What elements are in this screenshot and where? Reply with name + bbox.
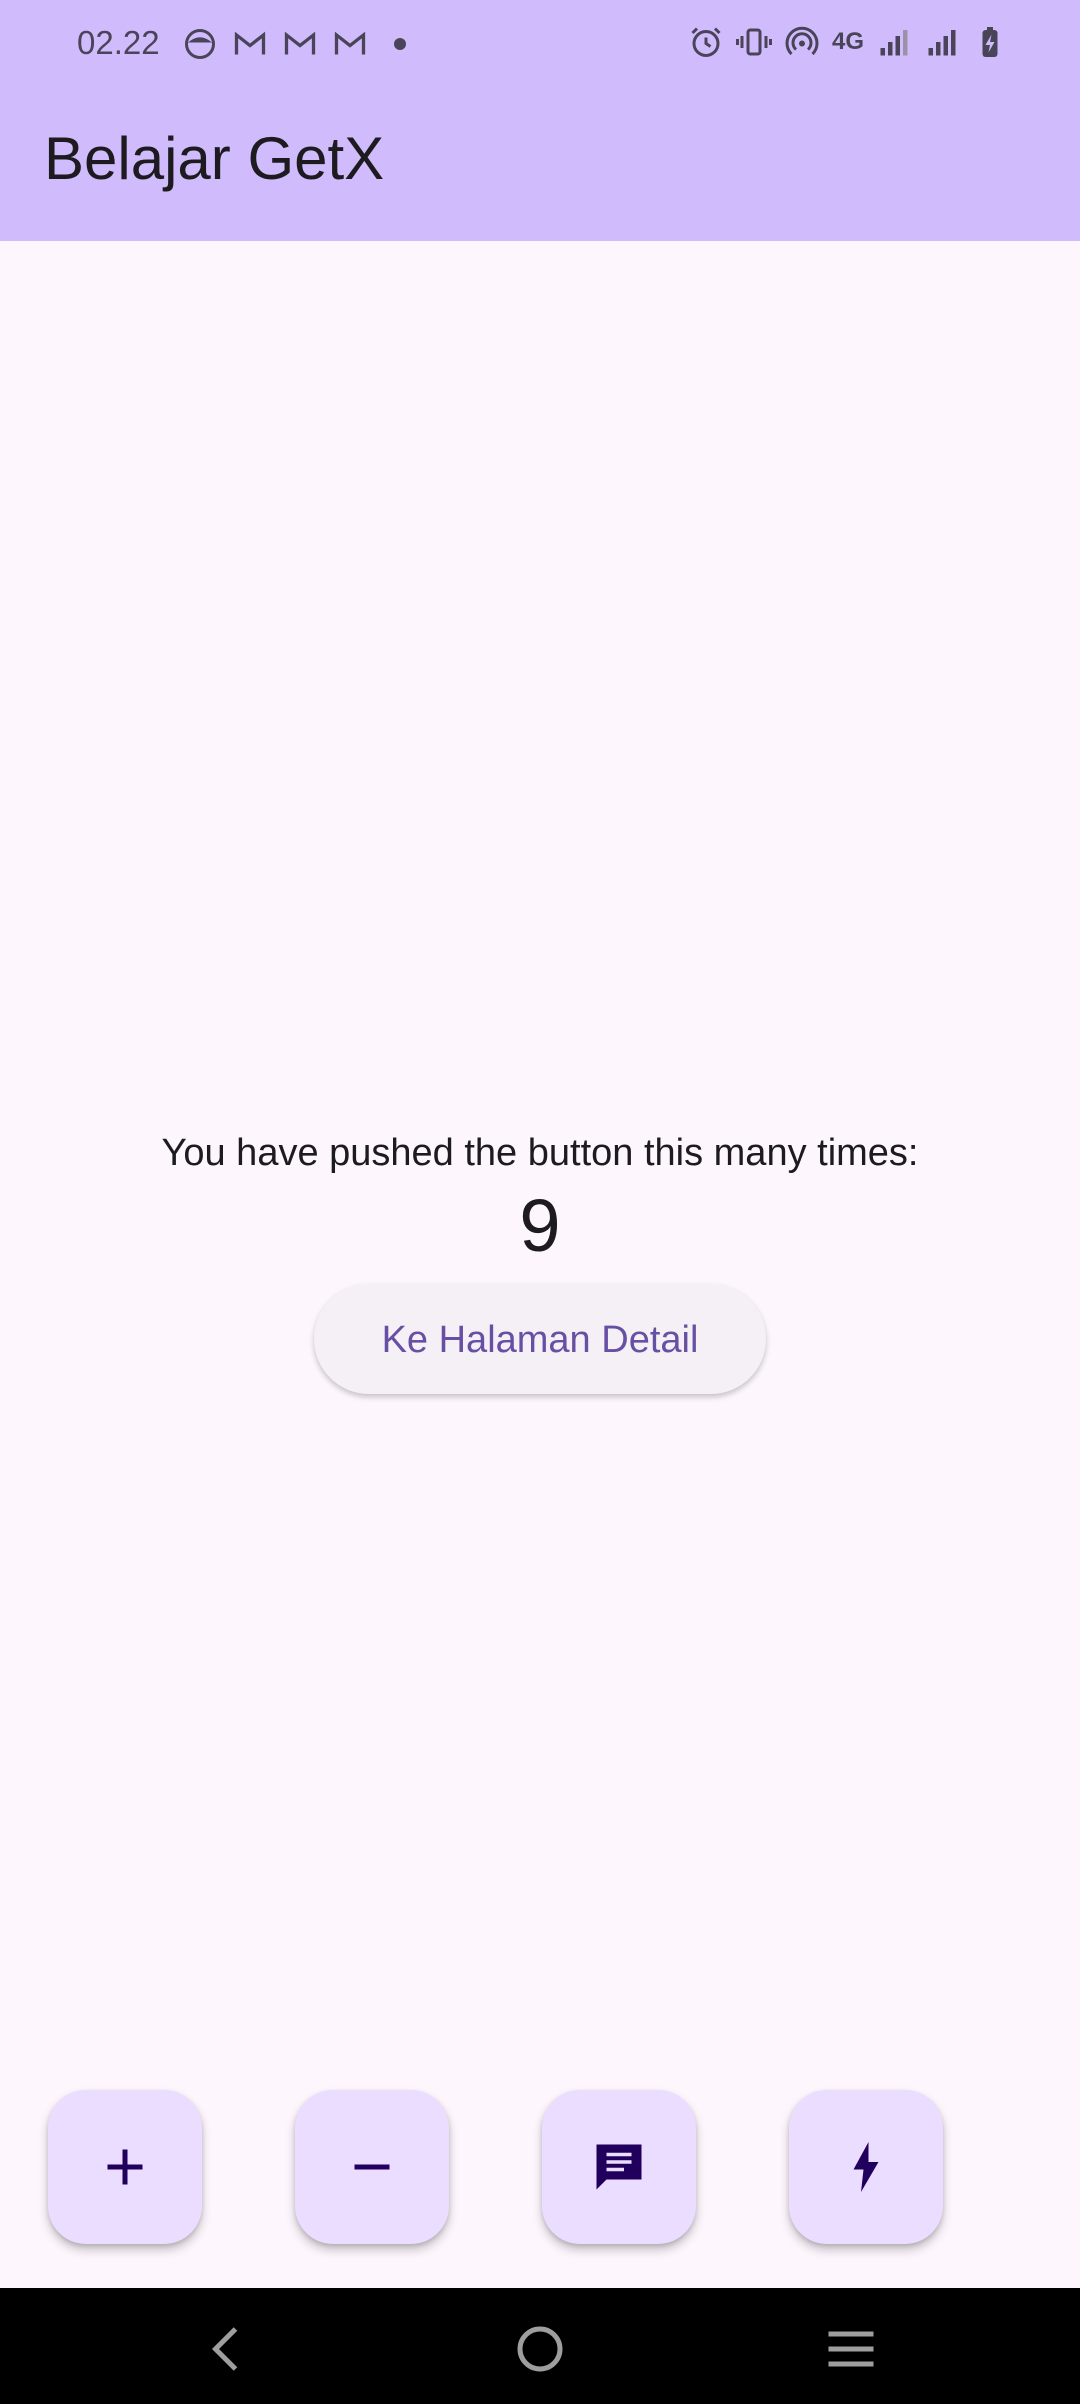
gmail-icon (234, 31, 266, 55)
signal-icon (880, 30, 908, 56)
system-nav-bar (0, 2288, 1080, 2404)
recents-button[interactable] (816, 2314, 886, 2384)
message-icon (596, 2144, 642, 2190)
counter-value: 9 (519, 1184, 561, 1267)
back-button[interactable] (193, 2314, 263, 2384)
plus-icon (107, 2149, 143, 2185)
gmail-icon (284, 31, 316, 55)
gmail-icon (334, 31, 366, 55)
recents-icon (828, 2331, 874, 2367)
vibrate-icon (735, 28, 772, 56)
dot-icon (394, 38, 406, 50)
face-icon (185, 29, 215, 59)
home-button[interactable] (505, 2314, 575, 2384)
system-icons: 4G (688, 24, 1008, 60)
network-4g-label: 4G (831, 28, 864, 55)
home-icon (517, 2326, 563, 2372)
fab-row (0, 2090, 1080, 2246)
battery-charging-icon (982, 27, 998, 57)
status-time: 02.22 (77, 24, 160, 61)
increment-button[interactable] (48, 2090, 202, 2244)
flash-button[interactable] (789, 2090, 943, 2244)
counter-message: You have pushed the button this many tim… (161, 1132, 919, 1174)
message-button[interactable] (542, 2090, 696, 2244)
signal-icon (928, 30, 956, 56)
app-bar: 02.22 4G Belajar GetX (0, 0, 1080, 241)
status-bar: 02.22 4G (0, 0, 1080, 88)
decrement-button[interactable] (295, 2090, 449, 2244)
alarm-icon (691, 27, 721, 57)
back-icon (211, 2327, 238, 2371)
minus-icon (354, 2164, 390, 2170)
counter-section: You have pushed the button this many tim… (0, 1120, 1080, 1394)
page-title: Belajar GetX (44, 125, 385, 192)
flash-icon (853, 2142, 879, 2192)
notification-icons (182, 26, 418, 62)
hotspot-icon (785, 26, 819, 56)
detail-page-button[interactable]: Ke Halaman Detail (314, 1284, 766, 1394)
